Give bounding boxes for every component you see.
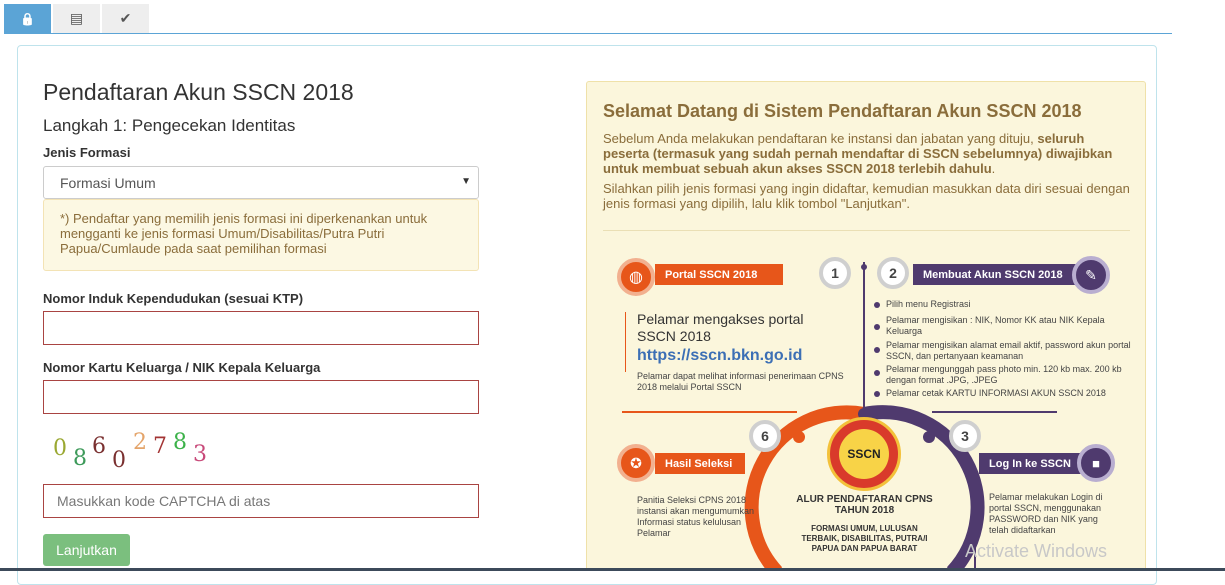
captcha-input[interactable]: Masukkan kode CAPTCHA di atas [43, 484, 479, 518]
welcome-text-end: . [991, 161, 996, 176]
kk-label: Nomor Kartu Keluarga / NIK Kepala Keluar… [43, 360, 321, 375]
welcome-panel: Selamat Datang di Sistem Pendaftaran Aku… [586, 81, 1146, 571]
step-3-number: 3 [949, 420, 981, 452]
page-title: Pendaftaran Akun SSCN 2018 [43, 79, 354, 105]
step-2-item: Pilih menu Registrasi [886, 299, 971, 309]
captcha-char: 0 [112, 448, 126, 473]
divider [603, 230, 1130, 231]
jenis-formasi-label: Jenis Formasi [43, 145, 131, 160]
sscn-logo-inner: SSCN [839, 429, 889, 479]
check-icon: ✔ [119, 10, 132, 26]
lock-icon: 🔒 [20, 11, 35, 26]
jenis-formasi-value: Formasi Umum [60, 174, 156, 191]
login-label: Log In ke SSCN [979, 453, 1089, 474]
create-account-label: Membuat Akun SSCN 2018 [913, 264, 1081, 285]
tab-divider [4, 33, 1172, 34]
step-1-note: Pelamar dapat melihat informasi penerima… [637, 371, 844, 392]
welcome-paragraph-1: Sebelum Anda melakukan pendaftaran ke in… [603, 131, 1133, 176]
activate-windows-watermark: Activate Windows [965, 541, 1108, 561]
tab-confirm[interactable]: ✔ [102, 4, 149, 33]
hasil-seleksi-label: Hasil Seleksi [655, 453, 745, 474]
id-card-icon: ▤ [69, 10, 84, 26]
continue-button[interactable]: Lanjutkan [43, 534, 130, 566]
captcha-char: 0 [53, 436, 67, 461]
portal-url[interactable]: https://sscn.bkn.go.id [637, 347, 802, 365]
welcome-paragraph-2: Silahkan pilih jenis formasi yang ingin … [603, 181, 1130, 211]
step-2-item: Pelamar mengisikan alamat email aktif, p… [886, 340, 1131, 361]
registration-flow-infographic: ◍ Portal SSCN 2018 1 Pelamar mengakses p… [587, 242, 1145, 570]
portal-label: Portal SSCN 2018 [655, 264, 783, 285]
welcome-text: Sebelum Anda melakukan pendaftaran ke in… [603, 131, 1038, 146]
step-subtitle: Langkah 1: Pengecekan Identitas [43, 116, 296, 135]
sscn-logo: SSCN [827, 417, 901, 491]
jenis-formasi-select[interactable]: Formasi Umum ▼ [43, 166, 479, 199]
step-2-number: 2 [877, 257, 909, 289]
step-1-text: Pelamar mengakses portal SSCN 2018 [637, 311, 804, 344]
tab-identity[interactable]: ▤ [53, 4, 100, 33]
sscn-logo-text: SSCN [847, 447, 881, 461]
step-tabs: 🔒 ▤ ✔ [4, 4, 151, 33]
lock-icon: ■ [1077, 444, 1115, 482]
captcha-char: 8 [173, 430, 187, 455]
step-3-text: Pelamar melakukan Login di portal SSCN, … [989, 492, 1103, 535]
captcha-char: 7 [153, 434, 167, 459]
captcha-char: 2 [133, 430, 147, 455]
step-6-text: Panitia Seleksi CPNS 2018 instansi akan … [637, 495, 755, 538]
document-edit-icon: ✎ [1072, 256, 1110, 294]
globe-icon: ◍ [617, 258, 655, 296]
center-title: ALUR PENDAFTARAN CPNS TAHUN 2018 [796, 494, 933, 516]
step-6-number: 6 [749, 420, 781, 452]
formasi-warning: *) Pendaftar yang memilih jenis formasi … [43, 199, 479, 271]
welcome-title: Selamat Datang di Sistem Pendaftaran Aku… [603, 101, 1082, 121]
kk-input[interactable] [43, 380, 479, 414]
center-subtitle: FORMASI UMUM, LULUSAN TERBAIK, DISABILIT… [801, 524, 928, 553]
step-1-number: 1 [819, 257, 851, 289]
tab-account[interactable]: 🔒 [4, 4, 51, 33]
step-2-item: Pelamar mengunggah pass photo min. 120 k… [886, 364, 1122, 385]
award-icon: ✪ [617, 444, 655, 482]
captcha-char: 6 [92, 434, 106, 459]
step-2-item: Pelamar mengisikan : NIK, Nomor KK atau … [886, 315, 1105, 336]
nik-input[interactable] [43, 311, 479, 345]
step-2-item: Pelamar cetak KARTU INFORMASI AKUN SSCN … [886, 388, 1106, 398]
nik-label: Nomor Induk Kependudukan (sesuai KTP) [43, 291, 304, 306]
captcha-char: 8 [73, 446, 87, 471]
captcha-char: 3 [193, 442, 207, 467]
caret-down-icon: ▼ [461, 176, 471, 187]
